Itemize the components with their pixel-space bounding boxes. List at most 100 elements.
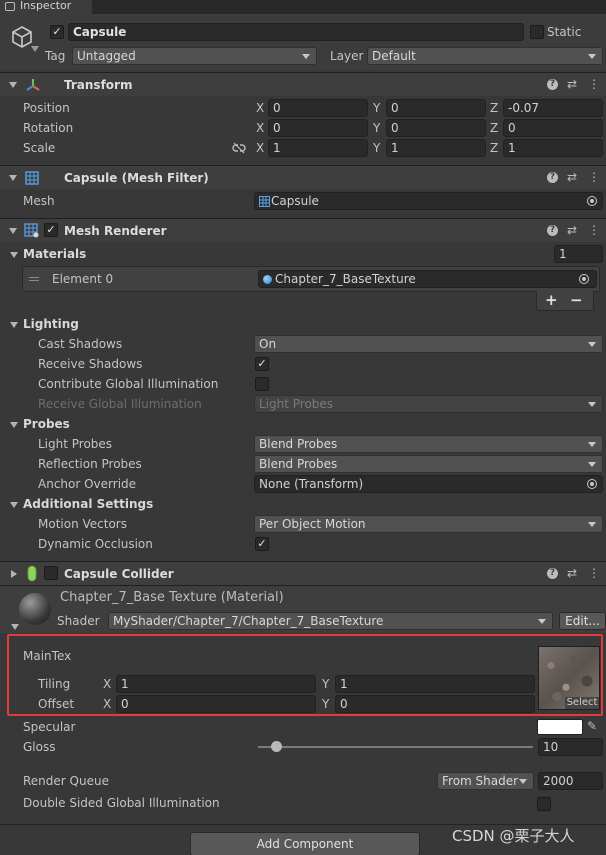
lighting-foldout[interactable]: [10, 322, 18, 328]
scale-y-axis[interactable]: Y: [373, 140, 380, 156]
maintex-thumbnail[interactable]: Select: [538, 646, 600, 710]
drag-handle-icon[interactable]: [29, 277, 39, 281]
offset-x-field[interactable]: 0: [116, 695, 316, 713]
presets-icon[interactable]: ⇄: [567, 567, 577, 579]
tiling-y-axis[interactable]: Y: [322, 676, 329, 692]
mesh-filter-header[interactable]: Capsule (Mesh Filter) ? ⇄ ⋮: [0, 165, 606, 189]
probes-foldout[interactable]: [10, 422, 18, 428]
object-icon-dropdown[interactable]: [31, 46, 39, 52]
rotation-x-field[interactable]: 0: [268, 119, 368, 137]
object-picker-icon[interactable]: [587, 479, 597, 489]
position-x-field[interactable]: 0: [268, 99, 368, 117]
eyedropper-icon[interactable]: ✎: [587, 720, 597, 732]
object-picker-icon[interactable]: [579, 274, 589, 284]
remove-element-button[interactable]: −: [570, 292, 583, 308]
mesh-renderer-foldout[interactable]: [9, 228, 17, 234]
object-picker-icon[interactable]: [587, 196, 597, 206]
tiling-x-field[interactable]: 1: [116, 675, 316, 693]
offset-x-axis[interactable]: X: [103, 696, 111, 712]
scale-z-field[interactable]: 1: [503, 139, 603, 157]
scale-z-axis[interactable]: Z: [490, 140, 498, 156]
presets-icon[interactable]: ⇄: [567, 224, 577, 236]
rotation-z-field[interactable]: 0: [503, 119, 603, 137]
mesh-grid-icon: [25, 171, 39, 185]
layer-dropdown[interactable]: Default: [367, 47, 603, 65]
scale-x-field[interactable]: 1: [268, 139, 368, 157]
help-icon[interactable]: ?: [547, 172, 558, 183]
position-y-field[interactable]: 0: [386, 99, 486, 117]
transform-foldout[interactable]: [9, 82, 17, 88]
context-menu-icon[interactable]: ⋮: [588, 224, 600, 236]
offset-y-axis[interactable]: Y: [322, 696, 329, 712]
constrain-proportions-icon[interactable]: [232, 142, 246, 154]
additional-settings-foldout[interactable]: [10, 502, 18, 508]
materials-foldout[interactable]: [10, 252, 18, 258]
position-z-field[interactable]: -0.07: [503, 99, 603, 117]
cast-shadows-dropdown[interactable]: On: [254, 335, 603, 353]
mesh-renderer-enabled-checkbox[interactable]: ✓: [44, 223, 58, 237]
transform-header[interactable]: Transform ? ⇄ ⋮: [0, 72, 606, 96]
offset-y-field[interactable]: 0: [335, 695, 535, 713]
additional-settings-label: Additional Settings: [23, 497, 154, 511]
help-icon[interactable]: ?: [547, 79, 558, 90]
scale-x-axis[interactable]: X: [256, 140, 264, 156]
materials-size-field[interactable]: 1: [554, 245, 603, 263]
mesh-filter-foldout[interactable]: [9, 175, 17, 181]
scale-y-field[interactable]: 1: [386, 139, 486, 157]
dynamic-occlusion-checkbox[interactable]: ✓: [255, 537, 269, 551]
contribute-gi-checkbox[interactable]: [255, 377, 269, 391]
scale-label: Scale: [23, 141, 56, 155]
shader-dropdown[interactable]: MyShader/Chapter_7/Chapter_7_BaseTexture: [108, 612, 553, 630]
reflection-probes-dropdown[interactable]: Blend Probes: [254, 455, 603, 473]
add-component-button[interactable]: Add Component: [190, 832, 420, 855]
gloss-label: Gloss: [23, 740, 56, 754]
double-sided-gi-label: Double Sided Global Illumination: [23, 796, 220, 810]
help-icon[interactable]: ?: [547, 568, 558, 579]
tiling-label: Tiling: [38, 677, 71, 691]
capsule-collider-foldout[interactable]: [11, 570, 17, 578]
specular-color-swatch[interactable]: [537, 719, 583, 735]
capsule-collider-header[interactable]: Capsule Collider ? ⇄ ⋮: [0, 561, 606, 585]
render-queue-mode-dropdown[interactable]: From Shader: [437, 772, 534, 790]
rotation-z-axis[interactable]: Z: [490, 120, 498, 136]
presets-icon[interactable]: ⇄: [567, 78, 577, 90]
rotation-y-axis[interactable]: Y: [373, 120, 380, 136]
tab-inspector[interactable]: Inspector: [0, 0, 92, 14]
mesh-object-field[interactable]: Capsule: [254, 192, 603, 210]
rotation-y-field[interactable]: 0: [386, 119, 486, 137]
capsule-collider-enabled-checkbox[interactable]: [44, 566, 58, 580]
static-checkbox[interactable]: [530, 25, 544, 39]
context-menu-icon[interactable]: ⋮: [588, 171, 600, 183]
edit-shader-button[interactable]: Edit...: [559, 612, 606, 630]
context-menu-icon[interactable]: ⋮: [588, 78, 600, 90]
active-checkbox[interactable]: ✓: [50, 25, 64, 39]
material-sphere-icon: [263, 275, 272, 284]
gloss-value-field[interactable]: 10: [538, 738, 603, 756]
material-foldout[interactable]: [11, 624, 19, 630]
presets-icon[interactable]: ⇄: [567, 171, 577, 183]
tag-dropdown[interactable]: Untagged: [72, 47, 317, 65]
gloss-slider-track[interactable]: [258, 746, 533, 748]
mesh-value: Capsule: [271, 194, 319, 208]
select-texture-button[interactable]: Select: [565, 697, 599, 709]
position-z-axis[interactable]: Z: [490, 100, 498, 116]
receive-shadows-checkbox[interactable]: ✓: [255, 357, 269, 371]
object-name-field[interactable]: Capsule: [68, 23, 524, 41]
position-x-axis[interactable]: X: [256, 100, 264, 116]
tiling-y-field[interactable]: 1: [335, 675, 535, 693]
add-element-button[interactable]: +: [545, 292, 558, 308]
tiling-x-axis[interactable]: X: [103, 676, 111, 692]
render-queue-value-field[interactable]: 2000: [538, 772, 603, 790]
gloss-slider-thumb[interactable]: [271, 741, 283, 752]
position-y-axis[interactable]: Y: [373, 100, 380, 116]
motion-vectors-dropdown[interactable]: Per Object Motion: [254, 515, 603, 533]
element-0-material-field[interactable]: Chapter_7_BaseTexture: [258, 270, 597, 288]
help-icon[interactable]: ?: [547, 225, 558, 236]
anchor-override-field[interactable]: None (Transform): [254, 475, 603, 493]
light-probes-dropdown[interactable]: Blend Probes: [254, 435, 603, 453]
context-menu-icon[interactable]: ⋮: [588, 567, 600, 579]
mesh-renderer-header[interactable]: ✓ Mesh Renderer ? ⇄ ⋮: [0, 218, 606, 242]
double-sided-gi-checkbox[interactable]: [537, 797, 551, 811]
mesh-renderer-icon: [24, 223, 39, 238]
rotation-x-axis[interactable]: X: [256, 120, 264, 136]
